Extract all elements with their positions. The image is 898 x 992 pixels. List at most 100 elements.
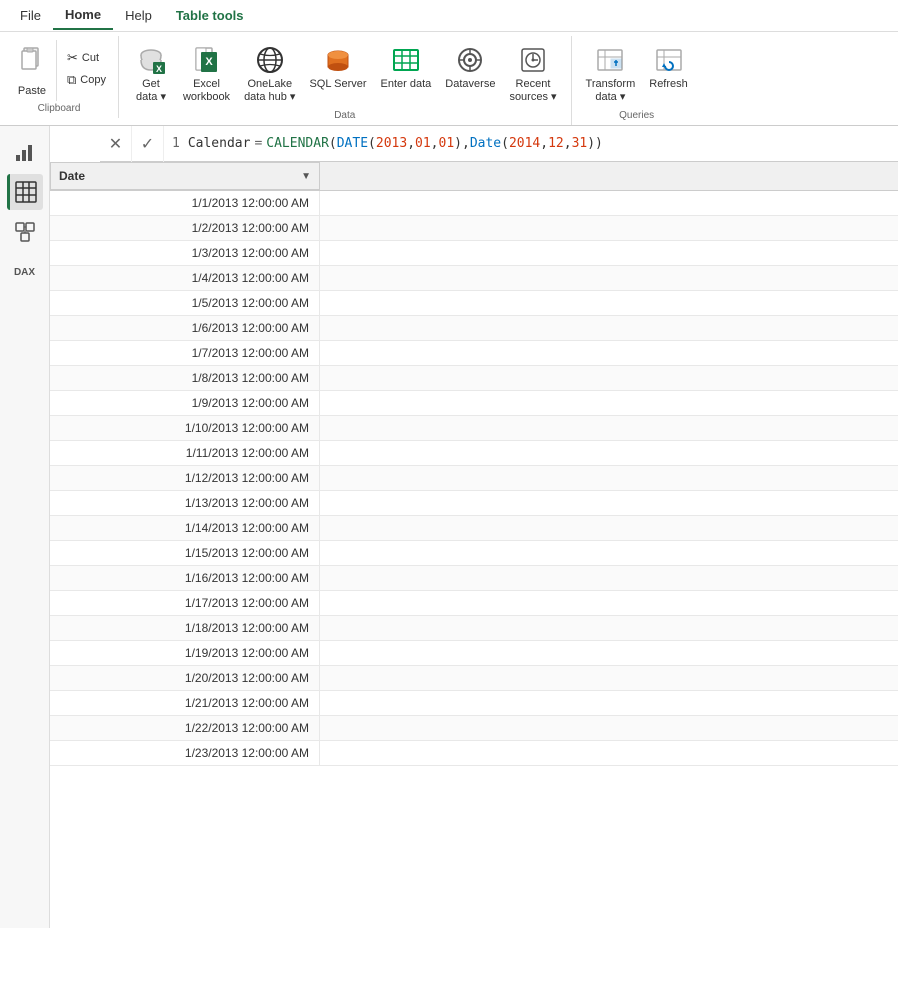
date-cell: 1/13/2013 12:00:00 AM — [50, 491, 320, 515]
ribbon: Paste ✂ Cut ⧉ Copy Clipboard — [0, 32, 898, 126]
table-row[interactable]: 1/12/2013 12:00:00 AM — [50, 466, 898, 491]
date-cell: 1/2/2013 12:00:00 AM — [50, 216, 320, 240]
excel-workbook-button[interactable]: X Excelworkbook — [177, 40, 236, 108]
formula-val3: 01 — [439, 136, 455, 151]
transform-data-button[interactable]: Transformdata ▾ — [580, 40, 642, 108]
formula-func: CALENDAR — [266, 136, 329, 151]
get-data-icon: X — [135, 44, 167, 76]
date-cell: 1/4/2013 12:00:00 AM — [50, 266, 320, 290]
enter-data-label: Enter data — [381, 78, 432, 91]
queries-group: Transformdata ▾ Refresh — [572, 36, 702, 125]
table-row[interactable]: 1/6/2013 12:00:00 AM — [50, 316, 898, 341]
table-row[interactable]: 1/4/2013 12:00:00 AM — [50, 266, 898, 291]
sql-server-label: SQL Server — [309, 78, 366, 91]
table-row[interactable]: 1/5/2013 12:00:00 AM — [50, 291, 898, 316]
table-row[interactable]: 1/2/2013 12:00:00 AM — [50, 216, 898, 241]
enter-data-icon — [390, 44, 422, 76]
table-header-row: Date ▼ — [50, 162, 898, 191]
formula-cancel-button[interactable]: ✕ — [100, 126, 132, 162]
formula-val6: 31 — [572, 136, 588, 151]
get-data-button[interactable]: X Getdata ▾ — [127, 40, 175, 108]
date-cell: 1/3/2013 12:00:00 AM — [50, 241, 320, 265]
main-area: DAX ✕ ✓ 1 Calendar = CALENDAR(DATE(2013,… — [0, 126, 898, 928]
table-row[interactable]: 1/10/2013 12:00:00 AM — [50, 416, 898, 441]
copy-label: Copy — [80, 74, 106, 86]
dataverse-icon — [454, 44, 486, 76]
table-row[interactable]: 1/9/2013 12:00:00 AM — [50, 391, 898, 416]
table-row[interactable]: 1/8/2013 12:00:00 AM — [50, 366, 898, 391]
data-items: X Getdata ▾ X Excelwor — [127, 40, 563, 108]
table-row[interactable]: 1/7/2013 12:00:00 AM — [50, 341, 898, 366]
formula-date1: DATE — [337, 136, 368, 151]
onelake-hub-button[interactable]: OneLakedata hub ▾ — [238, 40, 301, 108]
date-cell: 1/12/2013 12:00:00 AM — [50, 466, 320, 490]
clipboard-group-label: Clipboard — [8, 101, 110, 118]
clipboard-group: Paste ✂ Cut ⧉ Copy Clipboard — [0, 36, 119, 118]
column-dropdown-icon[interactable]: ▼ — [301, 171, 311, 182]
get-data-label: Getdata ▾ — [136, 78, 166, 104]
formula-confirm-button[interactable]: ✓ — [132, 126, 164, 162]
excel-workbook-icon: X — [191, 44, 223, 76]
table-row[interactable]: 1/16/2013 12:00:00 AM — [50, 566, 898, 591]
menu-home[interactable]: Home — [53, 1, 113, 30]
refresh-button[interactable]: Refresh — [643, 40, 694, 95]
table-row[interactable]: 1/15/2013 12:00:00 AM — [50, 541, 898, 566]
menu-bar: File Home Help Table tools — [0, 0, 898, 32]
report-view-icon[interactable] — [7, 134, 43, 170]
data-table-area: ✕ ✓ 1 Calendar = CALENDAR(DATE(2013,01,0… — [50, 126, 898, 928]
sql-server-icon — [322, 44, 354, 76]
date-cell: 1/22/2013 12:00:00 AM — [50, 716, 320, 740]
sql-server-button[interactable]: SQL Server — [303, 40, 372, 95]
formula-val4: 2014 — [509, 136, 540, 151]
paste-label: Paste — [18, 85, 46, 97]
formula-date2: Date — [470, 136, 501, 151]
table-view-icon[interactable] — [7, 174, 43, 210]
formula-val2: 01 — [415, 136, 431, 151]
clipboard-items: Paste ✂ Cut ⧉ Copy — [8, 40, 110, 101]
formula-equals: = — [254, 136, 262, 151]
date-column-header[interactable]: Date ▼ — [50, 162, 320, 190]
model-view-icon[interactable] — [7, 214, 43, 250]
table-row[interactable]: 1/1/2013 12:00:00 AM — [50, 191, 898, 216]
table-row[interactable]: 1/20/2013 12:00:00 AM — [50, 666, 898, 691]
date-cell: 1/9/2013 12:00:00 AM — [50, 391, 320, 415]
menu-help[interactable]: Help — [113, 2, 164, 29]
enter-data-button[interactable]: Enter data — [375, 40, 438, 95]
data-group-label: Data — [127, 108, 563, 125]
menu-file[interactable]: File — [8, 2, 53, 29]
table-row[interactable]: 1/11/2013 12:00:00 AM — [50, 441, 898, 466]
data-group: X Getdata ▾ X Excelwor — [119, 36, 572, 125]
table-row[interactable]: 1/21/2013 12:00:00 AM — [50, 691, 898, 716]
cut-copy-group: ✂ Cut ⧉ Copy — [63, 40, 110, 90]
date-cell: 1/19/2013 12:00:00 AM — [50, 641, 320, 665]
date-cell: 1/16/2013 12:00:00 AM — [50, 566, 320, 590]
date-cell: 1/18/2013 12:00:00 AM — [50, 616, 320, 640]
table-row[interactable]: 1/22/2013 12:00:00 AM — [50, 716, 898, 741]
table-row[interactable]: 1/18/2013 12:00:00 AM — [50, 616, 898, 641]
table-row[interactable]: 1/3/2013 12:00:00 AM — [50, 241, 898, 266]
table-row[interactable]: 1/17/2013 12:00:00 AM — [50, 591, 898, 616]
table-row[interactable]: 1/13/2013 12:00:00 AM — [50, 491, 898, 516]
date-column-label: Date — [59, 169, 85, 183]
queries-group-label: Queries — [580, 108, 694, 125]
date-cell: 1/10/2013 12:00:00 AM — [50, 416, 320, 440]
formula-line-number: 1 — [172, 136, 180, 151]
copy-button[interactable]: ⧉ Copy — [63, 70, 110, 90]
table-row[interactable]: 1/23/2013 12:00:00 AM — [50, 741, 898, 766]
date-cell: 1/8/2013 12:00:00 AM — [50, 366, 320, 390]
onelake-hub-icon — [254, 44, 286, 76]
dax-view-icon[interactable]: DAX — [7, 254, 43, 290]
formula-paren-open: ( — [329, 136, 337, 151]
cut-button[interactable]: ✂ Cut — [63, 48, 110, 68]
left-sidebar: DAX — [0, 126, 50, 928]
date-cell: 1/20/2013 12:00:00 AM — [50, 666, 320, 690]
paste-button[interactable]: Paste — [8, 40, 57, 101]
table-row[interactable]: 1/19/2013 12:00:00 AM — [50, 641, 898, 666]
copy-icon: ⧉ — [67, 72, 76, 88]
clipboard-inner: Paste ✂ Cut ⧉ Copy — [8, 40, 110, 101]
table-row[interactable]: 1/14/2013 12:00:00 AM — [50, 516, 898, 541]
recent-sources-button[interactable]: Recentsources ▾ — [503, 40, 562, 108]
date-cell: 1/11/2013 12:00:00 AM — [50, 441, 320, 465]
dataverse-button[interactable]: Dataverse — [439, 40, 501, 95]
menu-table-tools[interactable]: Table tools — [164, 2, 256, 29]
